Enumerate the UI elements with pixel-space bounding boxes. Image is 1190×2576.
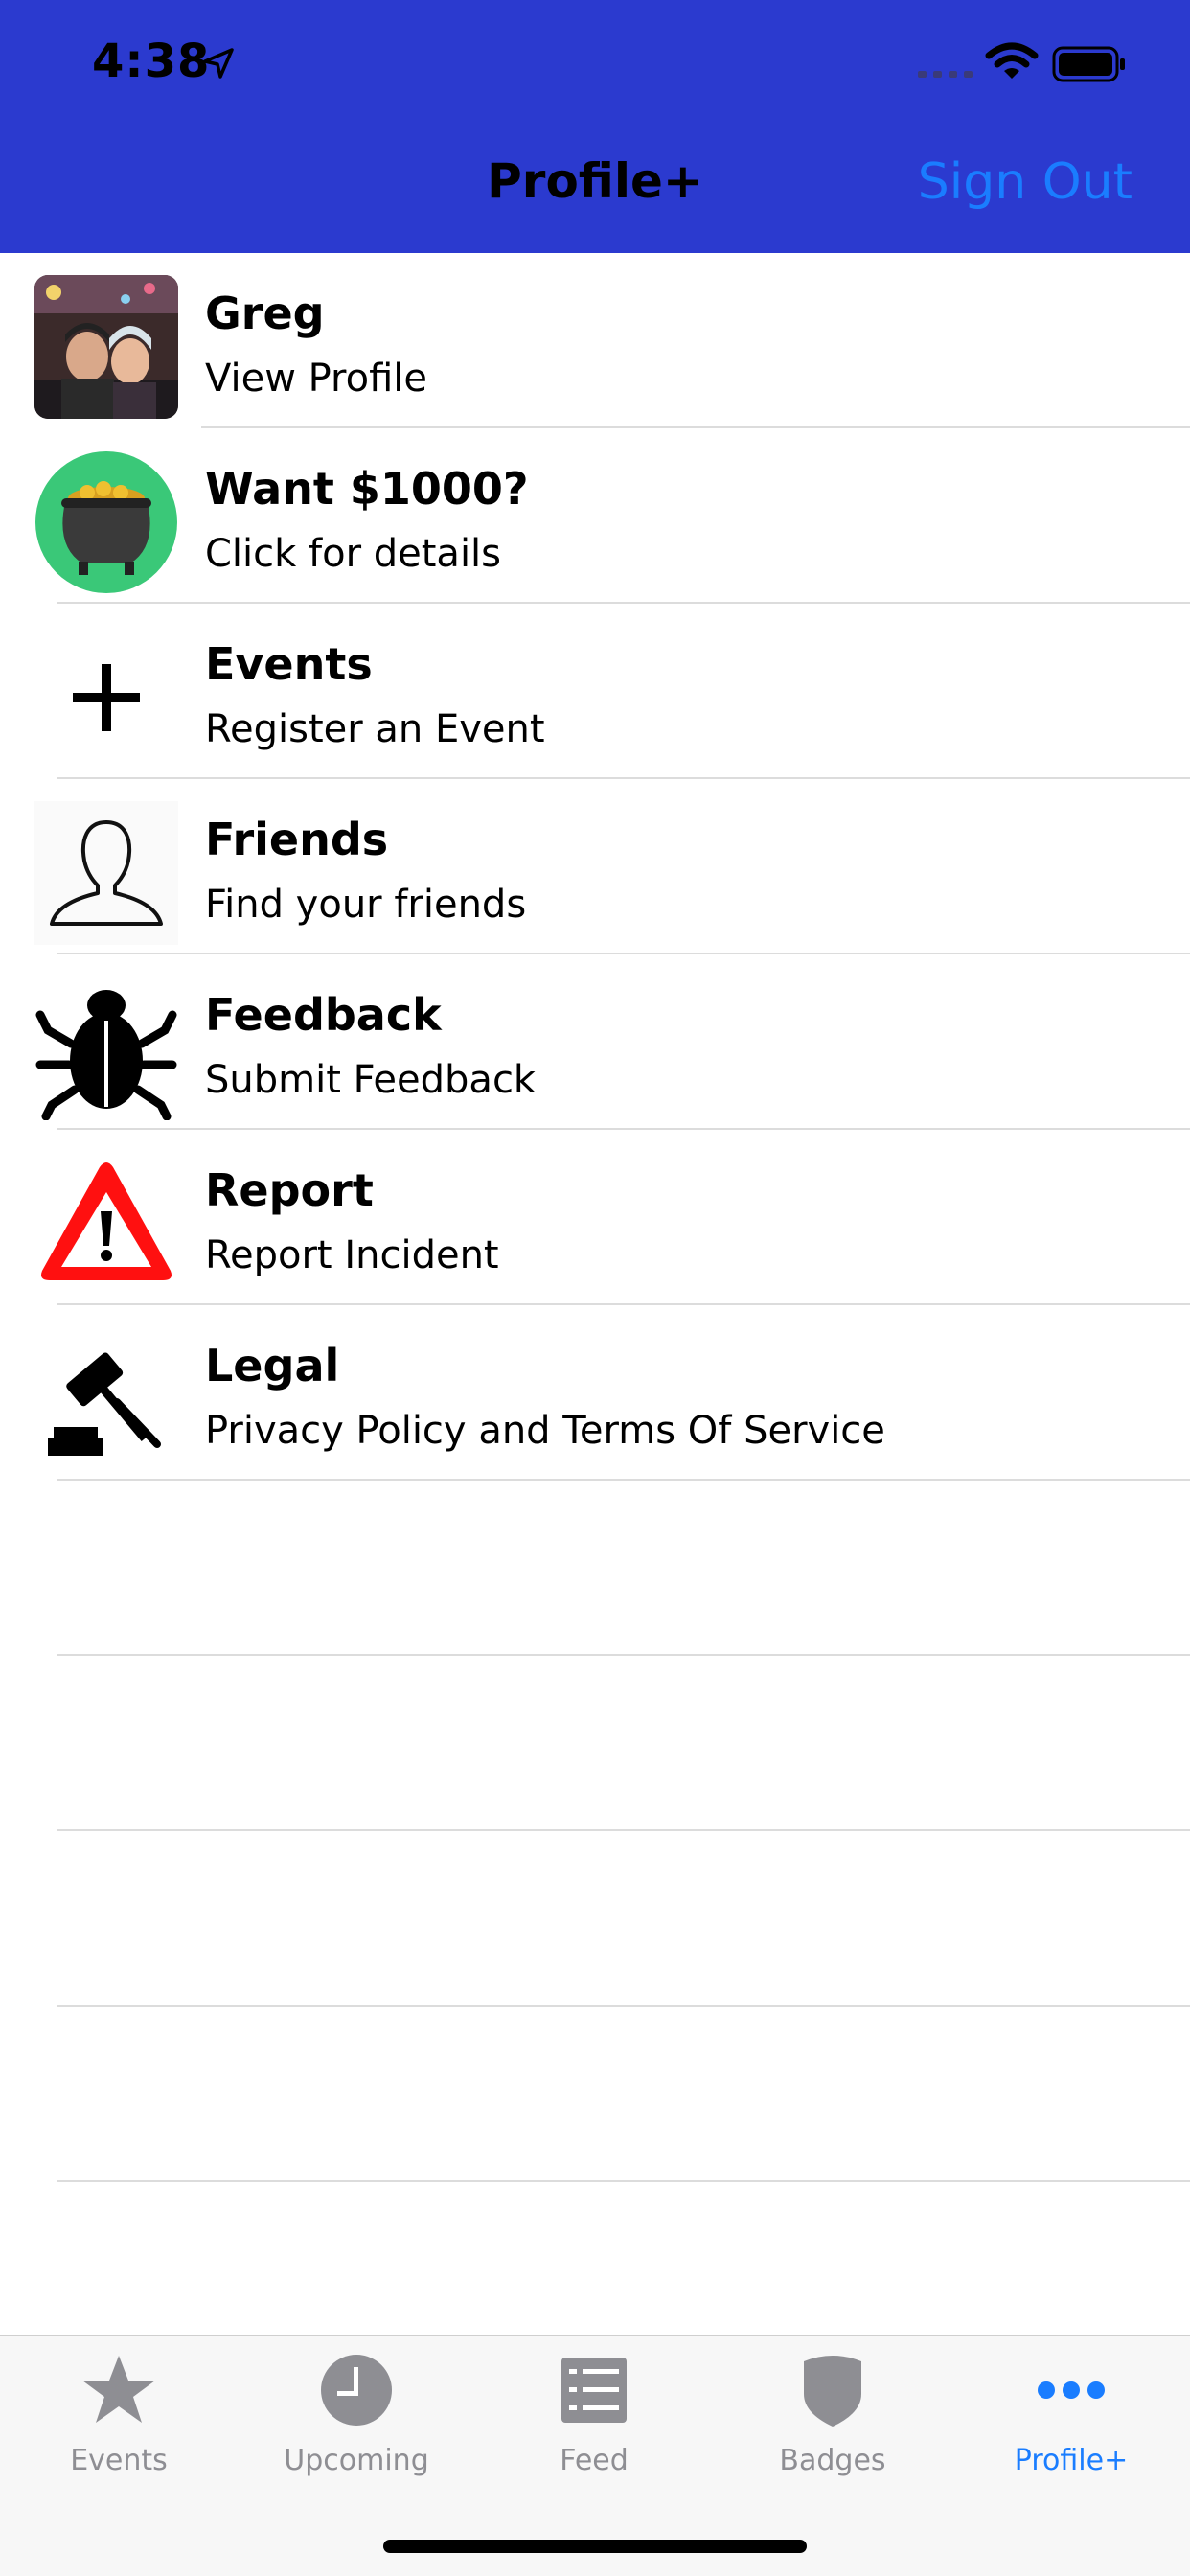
menu-item-subtitle: View Profile [205,356,428,401]
more-icon [1038,2381,1105,2399]
profile-menu-list: Greg View Profile Want $1000? Click for … [0,253,1190,2182]
tab-label: Badges [779,2444,886,2477]
menu-item-feedback[interactable]: Feedback Submit Feedback [0,954,1190,1130]
menu-item-title: Events [205,638,373,690]
profile-photo [34,275,178,419]
menu-item-friends[interactable]: Friends Find your friends [0,779,1190,954]
location-arrow-icon [203,48,234,79]
clock-icon [321,2355,392,2426]
gavel-icon [48,1352,161,1456]
menu-item-title: Want $1000? [205,463,529,515]
shield-icon [804,2356,861,2426]
empty-list-row [0,1831,1190,2007]
menu-item-legal[interactable]: Legal Privacy Policy and Terms Of Servic… [0,1305,1190,1481]
star-icon [82,2356,155,2423]
navigation-header: 4:38 Profile+ Sign Out [0,0,1190,253]
menu-item-subtitle: Register an Event [205,707,545,751]
tab-upcoming[interactable]: Upcoming [238,2336,475,2490]
screen: 4:38 Profile+ Sign Out Greg View Profile… [0,0,1190,2576]
list-icon [561,2358,627,2423]
menu-item-profile[interactable]: Greg View Profile [0,253,1190,428]
bug-icon [35,990,177,1120]
menu-item-subtitle: Privacy Policy and Terms Of Service [205,1409,885,1453]
tab-feed[interactable]: Feed [475,2336,713,2490]
menu-item-title: Greg [205,288,325,339]
tab-label: Upcoming [284,2444,429,2477]
menu-item-subtitle: Submit Feedback [205,1058,537,1102]
menu-item-offer[interactable]: Want $1000? Click for details [0,428,1190,604]
menu-item-subtitle: Click for details [205,532,502,576]
menu-item-subtitle: Find your friends [205,883,527,927]
tab-events[interactable]: Events [0,2336,238,2490]
tab-label: Profile+ [1014,2444,1129,2477]
menu-item-title: Feedback [205,989,442,1041]
sign-out-button[interactable]: Sign Out [918,153,1133,211]
cellular-signal-icon [918,71,973,78]
tab-badges[interactable]: Badges [714,2336,951,2490]
menu-item-subtitle: Report Incident [205,1233,499,1277]
empty-list-row [0,1656,1190,1831]
menu-item-title: Friends [205,814,389,865]
empty-list-row [0,1481,1190,1656]
status-time: 4:38 [92,34,211,88]
menu-item-title: Report [205,1164,374,1216]
tab-label: Feed [560,2444,629,2477]
empty-list-row [0,2007,1190,2182]
pot-of-gold-icon [35,451,177,593]
plus-icon [73,664,140,731]
warning-icon [41,1162,172,1280]
tab-label: Events [70,2444,168,2477]
menu-item-title: Legal [205,1340,340,1392]
battery-icon [1052,46,1125,82]
tab-profile-plus[interactable]: Profile+ [952,2336,1190,2490]
person-outline-icon [34,801,178,945]
menu-item-events[interactable]: Events Register an Event [0,604,1190,779]
wifi-icon [985,42,1039,79]
menu-item-report[interactable]: Report Report Incident [0,1130,1190,1305]
home-indicator [383,2540,807,2553]
